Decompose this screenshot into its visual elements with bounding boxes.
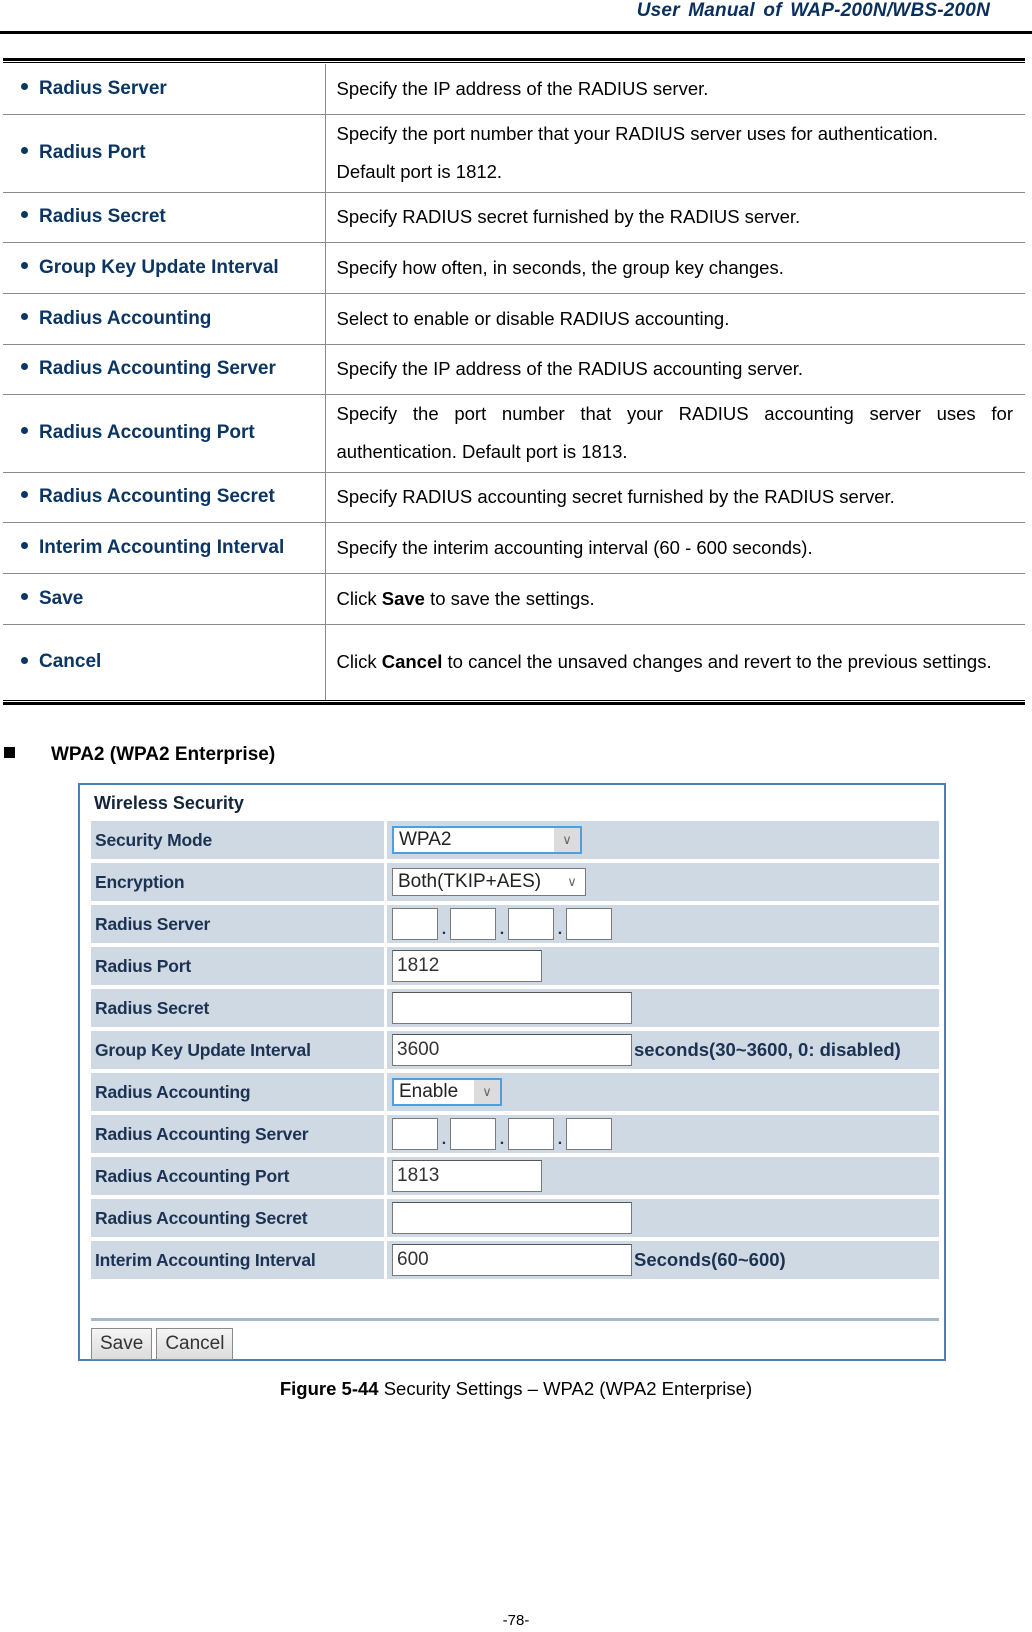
bullet-icon	[21, 261, 28, 269]
form-row-interim-accounting-interval: Interim Accounting Interval 600 Seconds(…	[91, 1241, 939, 1279]
form-row-radius-server: Radius Server . . .	[91, 905, 939, 943]
param-name: Interim Accounting Interval	[39, 536, 285, 558]
parameter-table: Radius Server Specify the IP address of …	[3, 64, 1025, 700]
header-rule	[0, 31, 1032, 34]
radius-server-octet-3[interactable]	[508, 908, 554, 940]
section-heading: WPA2 (WPA2 Enterprise)	[4, 744, 275, 766]
radius-server-octet-1[interactable]	[392, 908, 438, 940]
form-row-radius-accounting-server: Radius Accounting Server . . .	[91, 1115, 939, 1153]
param-name: Radius Server	[39, 77, 167, 99]
bullet-icon	[21, 427, 28, 435]
param-desc: Specify the interim accounting interval …	[325, 522, 1025, 574]
param-desc: Specify RADIUS secret furnished by the R…	[325, 192, 1025, 243]
param-name: Group Key Update Interval	[39, 256, 279, 278]
manual-title: User Manual of WAP-200N/WBS-200N	[636, 0, 990, 21]
page-number: -78-	[502, 1612, 530, 1629]
bullet-icon	[21, 83, 28, 91]
table-bottom-rule	[3, 700, 1025, 705]
param-desc: Specify how often, in seconds, the group…	[325, 242, 1025, 294]
radius-server-octet-2[interactable]	[450, 908, 496, 940]
param-desc: Specify RADIUS accounting secret furnish…	[325, 472, 1025, 523]
param-name: Radius Accounting	[39, 307, 212, 329]
param-desc: Click Cancel to cancel the unsaved chang…	[336, 651, 992, 673]
bullet-icon	[21, 491, 28, 499]
param-desc: Click Save to save the settings.	[325, 573, 1025, 625]
acct-server-octet-3[interactable]	[508, 1118, 554, 1150]
chevron-down-icon: ∨	[474, 1080, 500, 1104]
param-desc: Specify the IP address of the RADIUS acc…	[325, 344, 1025, 395]
group-key-interval-input[interactable]: 3600	[392, 1034, 632, 1066]
param-name: Save	[39, 587, 84, 609]
table-top-rule	[3, 58, 1025, 63]
param-name: Radius Secret	[39, 206, 166, 227]
acct-server-octet-2[interactable]	[450, 1118, 496, 1150]
cancel-button[interactable]: Cancel	[156, 1328, 234, 1360]
radius-port-input[interactable]: 1812	[392, 950, 542, 982]
radius-accounting-port-input[interactable]: 1813	[392, 1160, 542, 1192]
save-button[interactable]: Save	[91, 1328, 153, 1360]
form-row-radius-accounting: Radius Accounting Enable ∨	[91, 1073, 939, 1111]
acct-server-octet-4[interactable]	[566, 1118, 612, 1150]
security-mode-select[interactable]: WPA2 ∨	[392, 826, 582, 854]
radius-accounting-secret-input[interactable]	[392, 1202, 632, 1234]
bullet-icon	[21, 147, 28, 155]
form-row-radius-port: Radius Port 1812	[91, 947, 939, 985]
table-row: Radius Accounting Server Specify the IP …	[3, 344, 1025, 395]
param-name: Radius Port	[39, 142, 146, 163]
table-row: Radius Accounting Secret Specify RADIUS …	[3, 472, 1025, 523]
bullet-icon	[21, 541, 28, 549]
table-row: Cancel Click Cancel to cancel the unsave…	[3, 624, 1025, 700]
wireless-security-screenshot: Wireless Security Security Mode WPA2 ∨ E…	[78, 783, 946, 1361]
param-name: Radius Accounting Server	[39, 358, 276, 379]
panel-title: Wireless Security	[94, 793, 244, 813]
divider	[91, 1318, 939, 1321]
table-row: Radius Secret Specify RADIUS secret furn…	[3, 192, 1025, 243]
radius-server-octet-4[interactable]	[566, 908, 612, 940]
bullet-icon	[21, 363, 28, 371]
param-name: Radius Accounting Port	[39, 422, 255, 443]
figure-caption: Figure 5-44 Security Settings – WPA2 (WP…	[279, 1378, 753, 1399]
table-row: Radius Port Specify the port number that…	[3, 114, 1025, 193]
bullet-icon	[21, 656, 28, 664]
encryption-select[interactable]: Both(TKIP+AES) ∨	[392, 868, 586, 896]
param-desc: Specify the port number that your RADIUS…	[325, 114, 1025, 193]
table-row: Save Click Save to save the settings.	[3, 573, 1025, 625]
square-bullet-icon	[4, 747, 15, 759]
interim-unit-hint: Seconds(60~600)	[634, 1249, 786, 1270]
param-name: Cancel	[39, 651, 102, 673]
param-desc: Select to enable or disable RADIUS accou…	[325, 293, 1025, 345]
page-header: User Manual of WAP-200N/WBS-200N	[0, 0, 1032, 34]
form-row-group-key-interval: Group Key Update Interval 3600 seconds(3…	[91, 1031, 939, 1069]
chevron-down-icon: ∨	[567, 874, 577, 889]
table-row: Group Key Update Interval Specify how of…	[3, 242, 1025, 294]
bullet-icon	[21, 312, 28, 320]
param-desc: Specify the IP address of the RADIUS ser…	[325, 64, 1025, 115]
form-row-encryption: Encryption Both(TKIP+AES) ∨	[91, 863, 939, 901]
param-name: Radius Accounting Secret	[39, 486, 275, 507]
table-row: Radius Accounting Select to enable or di…	[3, 293, 1025, 345]
form-row-radius-accounting-secret: Radius Accounting Secret	[91, 1199, 939, 1237]
form-row-radius-secret: Radius Secret	[91, 989, 939, 1027]
acct-server-octet-1[interactable]	[392, 1118, 438, 1150]
table-row: Radius Server Specify the IP address of …	[3, 64, 1025, 115]
table-row: Radius Accounting Port Specify the port …	[3, 394, 1025, 473]
group-key-unit-hint: seconds(30~3600, 0: disabled)	[634, 1039, 901, 1060]
interim-interval-input[interactable]: 600	[392, 1244, 632, 1276]
form-row-radius-accounting-port: Radius Accounting Port 1813	[91, 1157, 939, 1195]
chevron-down-icon: ∨	[554, 828, 580, 852]
radius-accounting-select[interactable]: Enable ∨	[392, 1078, 502, 1106]
bullet-icon	[21, 211, 28, 219]
radius-secret-input[interactable]	[392, 992, 632, 1024]
bullet-icon	[21, 592, 28, 600]
param-desc: Specify the port number that your RADIUS…	[325, 394, 1025, 473]
table-row: Interim Accounting Interval Specify the …	[3, 522, 1025, 574]
form-row-security-mode: Security Mode WPA2 ∨	[91, 821, 939, 859]
